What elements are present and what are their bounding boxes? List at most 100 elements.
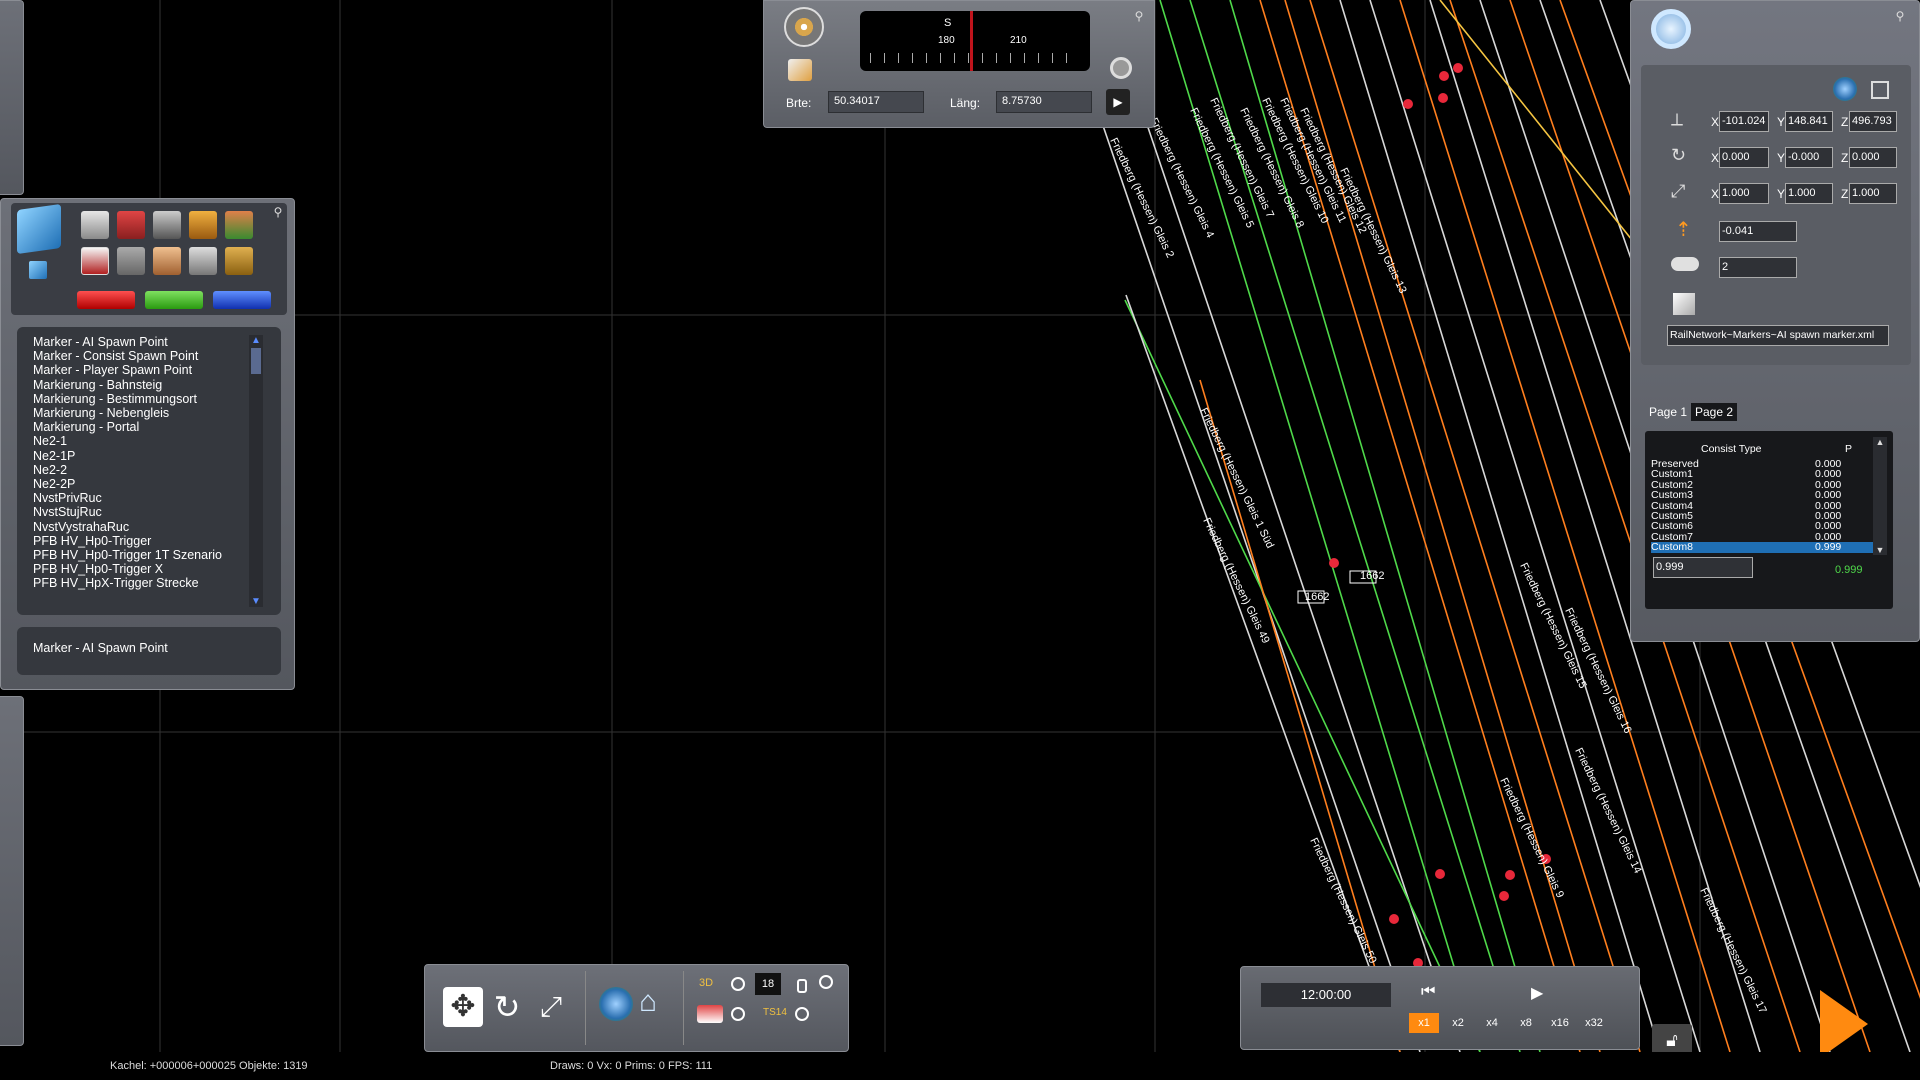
pos-z-input[interactable]: 496.793 [1849,111,1897,132]
home-button[interactable]: ⌂ [639,985,673,1021]
list-item[interactable]: Ne2-2 [33,463,281,477]
list-item[interactable]: Markierung - Portal [33,420,281,434]
toggle-checkbox[interactable] [1871,81,1889,99]
list-item[interactable]: NvstStujRuc [33,505,281,519]
scroll-up-arrow[interactable]: ▲ [1873,437,1887,447]
person-icon[interactable] [153,247,181,275]
play-arrow-button[interactable]: ▶ [1106,89,1130,115]
small-cube-icon[interactable] [29,261,47,279]
signal-icon[interactable] [81,247,109,275]
list-item[interactable]: PFB HV_Hp0-Trigger X [33,562,281,576]
speed-button-x8[interactable]: x8 [1511,1013,1541,1033]
sack-icon[interactable] [225,247,253,275]
speed-button-x16[interactable]: x16 [1545,1013,1575,1033]
pin-icon[interactable]: ⚲ [1893,9,1907,23]
scroll-up-arrow[interactable]: ▲ [249,335,263,346]
height-input[interactable]: -0.041 [1719,221,1797,242]
3d-label[interactable]: 3D [699,977,713,989]
speed-button-x2[interactable]: x2 [1443,1013,1473,1033]
list-item[interactable]: Markierung - Bestimmungsort [33,392,281,406]
radio-4[interactable] [795,1007,809,1021]
pos-x-input[interactable]: -101.024 [1719,111,1769,132]
list-item[interactable]: PFB HV_Hp0-Trigger 1T Szenario [33,548,281,562]
rot-z-input[interactable]: 0.000 [1849,147,1897,168]
rot-x-input[interactable]: 0.000 [1719,147,1769,168]
list-item[interactable]: PFB HV_HpX-Trigger Strecke [33,576,281,590]
list-item[interactable]: PFB HV_Hp0-Trigger [33,534,281,548]
speed-button-x32[interactable]: x32 [1579,1013,1609,1033]
favorites-blue-button[interactable] [213,291,271,309]
pos-y-input[interactable]: 148.841 [1785,111,1833,132]
list-item[interactable]: NvstVystrahaRuc [33,520,281,534]
scroll-down-arrow[interactable]: ▼ [1873,545,1887,555]
tab-page-2[interactable]: Page 2 [1691,403,1738,421]
radio-2[interactable] [819,975,833,989]
objects-cube-icon[interactable] [17,203,61,255]
lock-icon[interactable] [797,979,807,993]
compass-tick-210: 210 [1010,35,1027,46]
pin-icon[interactable]: ⚲ [271,205,285,219]
asset-list-scrollbar[interactable]: ▲ ▼ [249,335,263,607]
pin-icon[interactable]: ⚲ [1132,9,1146,23]
start-play-button[interactable] [1820,990,1868,1058]
count-input[interactable]: 2 [1719,257,1797,278]
render-stats: Draws: 0 Vx: 0 Prims: 0 FPS: 111 [550,1060,713,1072]
map-pin-icon[interactable] [788,59,812,81]
rot-x-label: X [1711,151,1720,165]
list-item[interactable]: Marker - Player Spawn Point [33,363,281,377]
latitude-field[interactable]: 50.34017 [828,91,924,113]
list-item[interactable]: Ne2-2P [33,477,281,491]
scale-z-input[interactable]: 1.000 [1849,183,1897,204]
table-row[interactable]: Custom8 0.999 [1651,542,1877,553]
scroll-down-arrow[interactable]: ▼ [249,596,263,607]
ts-label[interactable]: TS14 [763,1007,787,1018]
bridge-icon[interactable] [117,247,145,275]
play-button[interactable]: ▶ [1531,983,1543,1003]
list-item[interactable]: Ne2-1 [33,434,281,448]
speed-button-x4[interactable]: x4 [1477,1013,1507,1033]
radio-3[interactable] [731,1007,745,1021]
rotate-tool-button[interactable]: ↻ [487,987,527,1027]
scale-y-input[interactable]: 1.000 [1785,183,1833,204]
world-view-button[interactable] [599,987,633,1021]
table-header-p: P [1845,443,1853,455]
cube-icon [1673,293,1695,315]
passenger-car-icon[interactable] [189,211,217,239]
vehicle-icon[interactable] [697,1005,723,1023]
speed-button-x1[interactable]: x1 [1409,1013,1439,1033]
asset-list[interactable]: Marker - AI Spawn Point Marker - Consist … [17,327,281,615]
longitude-field[interactable]: 8.75730 [996,91,1092,113]
freight-wagon-icon[interactable] [117,211,145,239]
favorites-red-button[interactable] [77,291,135,309]
list-item[interactable]: NvstPrivRuc [33,491,281,505]
settings-gear-icon[interactable] [1110,57,1132,79]
sound-icon[interactable] [189,247,217,275]
list-item[interactable]: Markierung - Bahnsteig [33,378,281,392]
list-item[interactable]: Markierung - Nebengleis [33,406,281,420]
rot-y-input[interactable]: -0.000 [1785,147,1833,168]
left-collapsed-panel-top[interactable] [0,0,24,195]
value-edit-field[interactable]: 0.999 [1653,557,1753,578]
radio-1[interactable] [731,977,745,991]
scroll-thumb[interactable] [251,348,261,374]
move-tool-button[interactable]: ✥ [443,987,483,1027]
compass-rose-icon[interactable] [784,7,824,47]
locomotive-icon[interactable] [153,211,181,239]
tab-page-1[interactable]: Page 1 [1649,405,1687,419]
table-scrollbar[interactable]: ▲ ▼ [1873,437,1887,555]
globe-icon[interactable] [1833,77,1857,101]
search-magnifier-icon[interactable] [1651,9,1691,49]
truck-icon[interactable] [81,211,109,239]
scale-x-input[interactable]: 1.000 [1719,183,1769,204]
favorites-green-button[interactable] [145,291,203,309]
track-label: Friedberg (Hessen) Gleis 14 [1572,746,1643,875]
list-item[interactable]: Ne2-1P [33,449,281,463]
left-collapsed-panel-bottom[interactable] [0,696,24,1046]
list-item[interactable]: Marker - AI Spawn Point [33,335,281,349]
pos-y-label: Y [1777,115,1786,129]
list-item[interactable]: Marker - Consist Spawn Point [33,349,281,363]
scale-tool-button[interactable]: ⤢ [531,987,571,1027]
filename-field[interactable]: RailNetwork~Markers~AI spawn marker.xml [1667,325,1889,346]
rewind-button[interactable]: ⏮ [1421,983,1435,1001]
house-icon[interactable] [225,211,253,239]
